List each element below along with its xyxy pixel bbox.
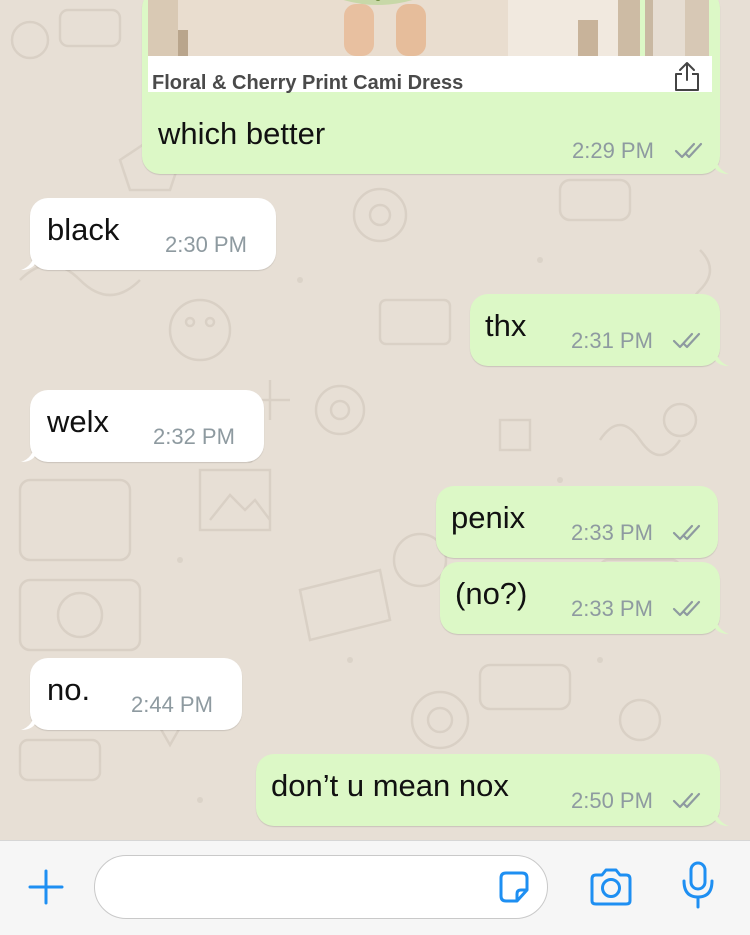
bubble-tail [21,712,35,730]
message-text: no. [47,672,91,707]
read-receipt-icon [672,522,702,547]
product-photo-secondary [645,0,709,56]
message-text: penix [451,500,526,535]
product-image-secondary[interactable] [645,0,709,56]
message-input-field[interactable] [94,855,548,919]
message-time: 2:50 PM [571,788,653,813]
message-text: which better [158,116,326,151]
message-time: 2:30 PM [165,232,247,257]
message-text: thx [485,308,527,343]
chat-area[interactable]: Floral & Cherry Print Cami Dress which b… [0,0,750,840]
product-image[interactable] [148,0,640,56]
read-receipt-icon [674,140,704,165]
message-time: 2:29 PM [572,138,654,163]
message-bubble-incoming[interactable]: black 2:30 PM [21,198,276,270]
read-receipt-icon [672,330,702,355]
message-time: 2:33 PM [571,596,653,621]
message-bubble-outgoing[interactable]: penix 2:33 PM [436,486,718,558]
message-bubble-outgoing[interactable]: thx 2:31 PM [470,294,729,366]
bubble-tail [21,252,35,270]
product-caption[interactable]: Floral & Cherry Print Cami Dress [148,56,712,94]
product-title: Floral & Cherry Print Cami Dress [152,72,464,94]
product-photo [148,0,640,56]
bubble-tail [21,444,35,462]
message-bubble-outgoing[interactable]: Floral & Cherry Print Cami Dress which b… [142,0,729,174]
message-text: (no?) [455,576,528,611]
share-icon[interactable] [672,60,702,97]
message-text: don’t u mean nox [271,768,509,803]
bubble-tail [715,156,729,174]
bubble-tail [715,616,729,634]
camera-icon[interactable] [588,867,634,912]
read-receipt-icon [672,598,702,623]
message-time: 2:32 PM [153,424,235,449]
bubble-tail [715,808,729,826]
message-bubble-outgoing[interactable]: (no?) 2:33 PM [440,562,729,634]
message-time: 2:33 PM [571,520,653,545]
message-text: black [47,212,120,247]
message-text: welx [47,404,110,439]
read-receipt-icon [672,790,702,815]
message-bubble-incoming[interactable]: no. 2:44 PM [21,658,242,730]
plus-icon[interactable] [26,867,66,912]
message-input[interactable] [115,864,479,910]
microphone-icon[interactable] [680,861,716,916]
sticker-icon[interactable] [495,868,533,911]
message-bubble-outgoing[interactable]: don’t u mean nox 2:50 PM [256,754,729,826]
message-time: 2:44 PM [131,692,213,717]
message-bubble-incoming[interactable]: welx 2:32 PM [21,390,264,462]
message-input-bar [0,840,750,935]
message-time: 2:31 PM [571,328,653,353]
bubble-tail [715,348,729,366]
